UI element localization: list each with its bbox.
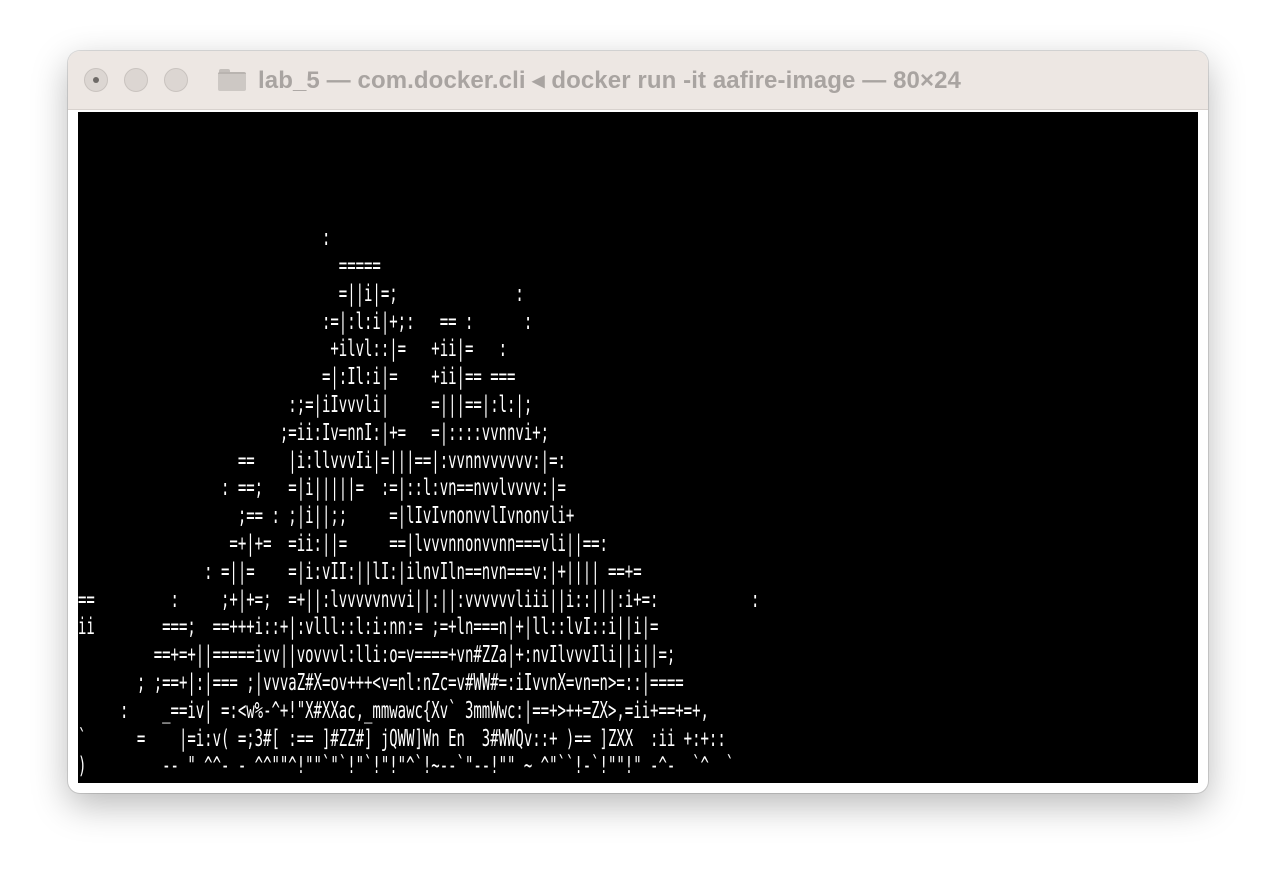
terminal-line: ==+=+||=====ivv||vovvvl:lli:o=v====+vn#Z… [78, 642, 676, 669]
terminal-line: =|:Il:i|= +ii|== === [78, 364, 516, 391]
terminal-line: ) -- " ^^- - ^^""^!""`"`!"`!"!"^`!~--`"-… [78, 753, 735, 780]
zoom-button[interactable] [164, 68, 188, 92]
close-dot-icon [93, 77, 99, 83]
terminal-output: : ===== =||i|=; : :=|:l:i|+;: == : : +il… [78, 114, 760, 781]
terminal-line: ii ===; ==+++i::+|:vlll::l:i:nn:= ;=+ln=… [78, 614, 659, 641]
terminal-line: ; ;==+|:|=== ;|vvvaZ#X=ov+++<v=nl:nZc=v#… [78, 669, 684, 696]
minimize-button[interactable] [124, 68, 148, 92]
window-title: lab_5 — com.docker.cli ◂ docker run -it … [258, 66, 961, 94]
terminal-line: == |i:llvvvIi|=|||==|:vvnnvvvvvv:|=: [78, 447, 566, 474]
close-button[interactable] [84, 68, 108, 92]
terminal-line: ;== : ;|i||;; =|lIvIvnonvvlIvnonvli+ [78, 503, 575, 530]
folder-icon [218, 69, 246, 91]
terminal-line: : ==; =|i|||||= :=|::l:vn==nvvlvvvv:|= [78, 475, 566, 502]
terminal-line: +ilvl::|= +ii|= : [78, 336, 508, 363]
terminal-line: : [78, 225, 331, 252]
terminal-line: :;=|iIvvvli| =|||==|:l:|; [78, 391, 533, 418]
terminal-screen[interactable]: : ===== =||i|=; : :=|:l:i|+;: == : : +il… [78, 112, 1198, 783]
terminal-line: =+|+= =ii:||= ==|lvvvnnonvvnn===vli||==: [78, 530, 608, 557]
terminal-line: ` = |=i:v( =;3#[ :== ]#ZZ#] jQWW]Wn En 3… [78, 725, 726, 752]
window-title-group: lab_5 — com.docker.cli ◂ docker run -it … [218, 65, 961, 95]
terminal-line: =||i|=; : [78, 280, 524, 307]
title-bar[interactable]: lab_5 — com.docker.cli ◂ docker run -it … [68, 51, 1208, 110]
terminal-line: ;=ii:Iv=nnI:|+= =|::::vvnnvi+; [78, 419, 550, 446]
terminal-line: : _==iv| =:<w%-^+!"X#XXac,_mmwawc{Xv` 3m… [78, 697, 709, 724]
terminal-line: : =||= =|i:vII:||lI:|ilnvIln==nvn===v:|+… [78, 558, 642, 585]
terminal-window: lab_5 — com.docker.cli ◂ docker run -it … [68, 51, 1208, 793]
terminal-line: ===== [78, 252, 381, 279]
terminal-line: :=|:l:i|+;: == : : [78, 308, 533, 335]
terminal-line: == : ;+|+=; =+||:lvvvvvnvvi||:||:vvvvvvl… [78, 586, 760, 613]
